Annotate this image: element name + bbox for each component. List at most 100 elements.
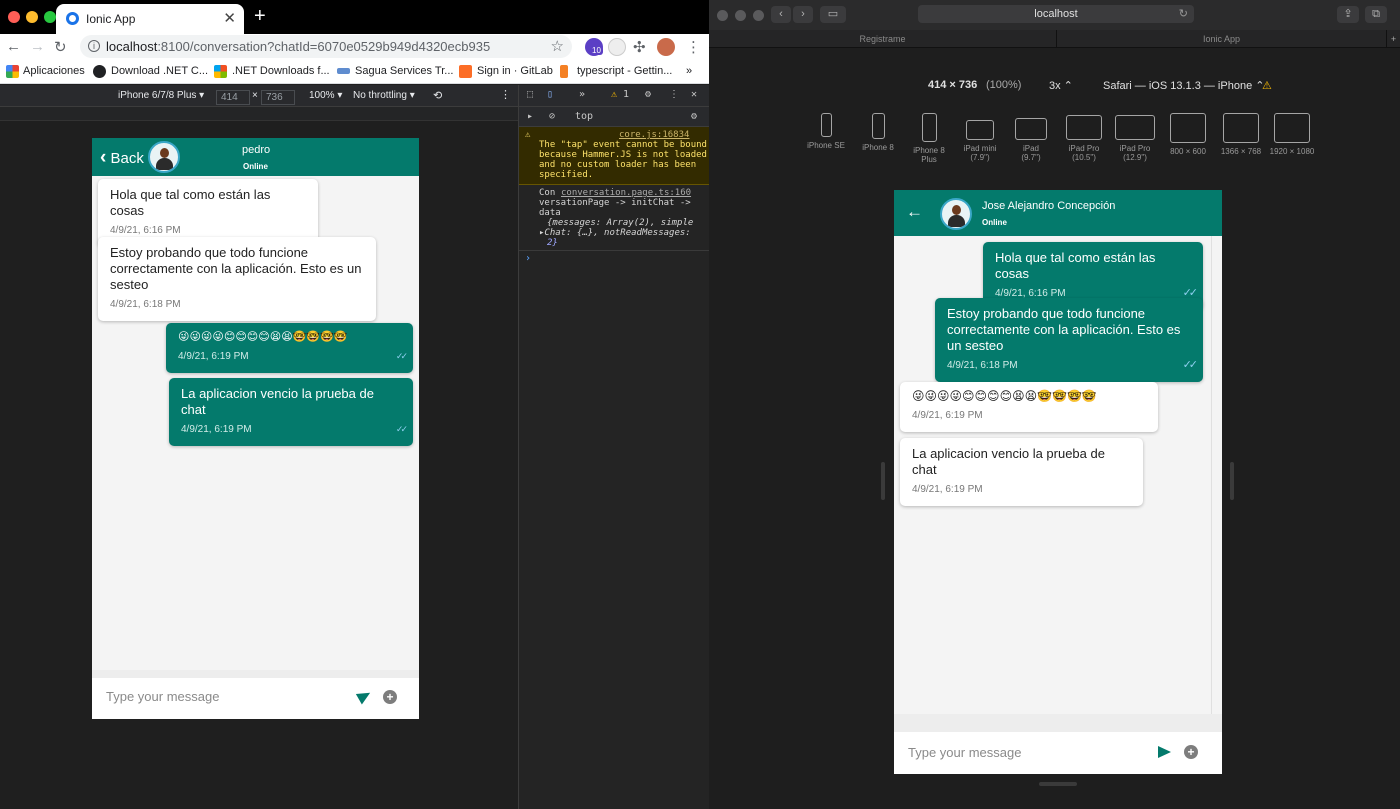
chrome-menu-icon[interactable]: ⋮ — [686, 38, 701, 56]
safari-toolbar: ‹ › ▭ localhost ↻ ⇪ ⧉ — [709, 0, 1400, 30]
back-arrow-icon[interactable]: ‹ — [771, 6, 791, 23]
close-window-button[interactable] — [717, 10, 728, 21]
back-button[interactable]: ‹ Back — [100, 147, 144, 169]
bookmark-dotnet-core[interactable]: Download .NET C... — [111, 65, 208, 77]
devtools-menu-icon[interactable]: ⋮ — [669, 89, 679, 100]
forward-arrow-icon[interactable]: → — [30, 38, 45, 55]
user-agent-select[interactable]: Safari — iOS 13.1.3 — iPhone ⌃ — [1103, 79, 1264, 92]
bookmark-typescript[interactable]: typescript - Gettin... — [577, 65, 672, 77]
bookmark-dotnet-downloads[interactable]: .NET Downloads f... — [232, 65, 330, 77]
bookmarks-overflow[interactable]: » — [686, 65, 692, 77]
device-ipad-mini[interactable]: iPad mini (7.9") — [958, 120, 1002, 162]
back-arrow-icon[interactable]: ← — [6, 38, 21, 55]
share-icon[interactable]: ⇪ — [1337, 6, 1359, 23]
contact-avatar[interactable] — [148, 141, 180, 173]
device-800x600[interactable]: 800 × 600 — [1161, 113, 1215, 156]
extension-clock-icon[interactable] — [608, 38, 626, 56]
message-sent[interactable]: La aplicacion vencio la prueba de chat 4… — [169, 378, 413, 446]
device-ipad-pro-105[interactable]: iPad Pro (10.5") — [1062, 115, 1106, 162]
chat-scrollbar[interactable] — [1211, 236, 1212, 714]
add-attachment-icon[interactable]: + — [383, 690, 397, 704]
context-select[interactable]: top — [575, 111, 593, 122]
throttling-select[interactable]: No throttling ▾ — [353, 90, 415, 101]
reload-icon[interactable]: ↻ — [1179, 5, 1188, 23]
back-label: Back — [110, 150, 144, 167]
console-settings-icon[interactable]: ⚙ — [691, 111, 697, 122]
device-1920x1080[interactable]: 1920 × 1080 — [1263, 113, 1321, 156]
message-sent[interactable]: Estoy probando que todo funcione correct… — [935, 298, 1203, 382]
sidebar-icon[interactable]: ▭ — [820, 6, 846, 23]
device-select[interactable]: iPhone 6/7/8 Plus ▾ — [118, 90, 204, 101]
resize-handle-right[interactable] — [1230, 462, 1234, 500]
close-window-button[interactable] — [8, 11, 20, 23]
message-received[interactable]: La aplicacion vencio la prueba de chat 4… — [900, 438, 1143, 506]
rotate-icon[interactable]: ⟲ — [433, 89, 442, 102]
close-devtools-icon[interactable]: ✕ — [691, 89, 697, 100]
chrome-tab-strip: Ionic App ✕ + — [0, 0, 709, 34]
bookmark-gitlab[interactable]: Sign in · GitLab — [477, 65, 553, 77]
safari-address-bar[interactable]: localhost ↻ — [918, 5, 1194, 23]
more-tabs-button[interactable]: » — [579, 89, 585, 100]
message-time: 4/9/21, 6:18 PM — [110, 299, 181, 310]
clear-console-icon[interactable]: ⊘ — [549, 111, 555, 122]
contact-name: Jose Alejandro Concepción — [982, 200, 1116, 212]
contact-avatar[interactable] — [940, 198, 972, 230]
send-icon[interactable] — [1158, 746, 1171, 758]
device-ipad-pro-129[interactable]: iPad Pro (12.9") — [1113, 115, 1157, 162]
console-prompt[interactable]: › — [525, 253, 531, 264]
bookmark-sagua[interactable]: Sagua Services Tr... — [355, 65, 453, 77]
forward-arrow-icon[interactable]: › — [793, 6, 813, 23]
new-tab-button[interactable]: + — [254, 5, 266, 28]
devtools-settings-icon[interactable]: ⚙ — [645, 89, 651, 100]
device-iphone-se[interactable]: iPhone SE — [804, 113, 848, 150]
message-sent[interactable]: 😜😜😜😜😊😊😊😊😫😫🤓🤓🤓🤓 4/9/21, 6:19 PM ✓✓ — [166, 323, 413, 373]
pixel-ratio-select[interactable]: 3x ⌃ — [1049, 79, 1073, 92]
message-input[interactable]: Type your message — [908, 745, 1021, 760]
zoom-window-button[interactable] — [753, 10, 764, 21]
warning-icon[interactable]: ⚠ — [611, 89, 617, 100]
chrome-tab-ionic-app[interactable]: Ionic App ✕ — [56, 4, 244, 34]
resize-handle-left[interactable] — [881, 462, 885, 500]
minimize-window-button[interactable] — [735, 10, 746, 21]
bookmark-star-icon[interactable]: ☆ — [551, 37, 564, 55]
extensions-puzzle-icon[interactable]: ✣ — [633, 38, 646, 56]
viewport-height-input[interactable]: 736 — [261, 90, 295, 105]
add-attachment-icon[interactable]: + — [1184, 745, 1198, 759]
new-tab-button[interactable]: + — [1387, 30, 1400, 48]
arrow-left-icon[interactable]: ← — [906, 202, 923, 222]
tabs-overview-icon[interactable]: ⧉ — [1365, 6, 1387, 23]
send-icon[interactable] — [355, 687, 374, 705]
inspect-element-icon[interactable]: ⬚ — [527, 89, 533, 100]
tab-registrame[interactable]: Registrame — [709, 30, 1057, 48]
message-received[interactable]: Estoy probando que todo funcione correct… — [98, 237, 376, 321]
device-ipad[interactable]: iPad (9.7") — [1009, 118, 1053, 162]
message-input[interactable]: Type your message — [106, 689, 219, 704]
profile-avatar[interactable] — [657, 38, 675, 56]
device-label: iPhone 8 Plus — [913, 146, 945, 164]
resize-handle-bottom[interactable] — [1039, 782, 1077, 786]
log-line[interactable]: {messages: Array(2), simple — [547, 218, 693, 228]
bookmark-apps[interactable]: Aplicaciones — [23, 65, 85, 77]
close-tab-icon[interactable]: ✕ — [223, 9, 236, 27]
log-source-link[interactable]: conversation.page.ts:160 — [561, 188, 691, 198]
site-info-icon[interactable]: i — [88, 40, 100, 52]
device-1366x768[interactable]: 1366 × 768 — [1213, 113, 1269, 156]
console-sidebar-icon[interactable]: ▸ — [527, 111, 533, 122]
console-log: Con conversation.page.ts:160 versationPa… — [519, 185, 709, 251]
log-line[interactable]: ▸Chat: {…}, notReadMessages: — [539, 228, 691, 238]
warning-source-link[interactable]: core.js:16834 — [619, 130, 689, 140]
device-toolbar-menu-icon[interactable]: ⋮ — [500, 88, 511, 101]
reload-icon[interactable]: ↻ — [54, 38, 67, 56]
message-received[interactable]: 😜😜😜😜😊😊😊😊😫😫🤓🤓🤓🤓 4/9/21, 6:19 PM — [900, 382, 1158, 432]
device-iphone-8-plus[interactable]: iPhone 8 Plus — [907, 113, 951, 164]
zoom-select[interactable]: 100% ▾ — [309, 90, 342, 101]
device-iphone-8[interactable]: iPhone 8 — [856, 113, 900, 152]
zoom-window-button[interactable] — [44, 11, 56, 23]
viewport-width-input[interactable]: 414 — [216, 90, 250, 105]
address-bar[interactable]: i localhost:8100/conversation?chatId=607… — [80, 35, 572, 58]
minimize-window-button[interactable] — [26, 11, 38, 23]
device-mode-icon[interactable]: ▯ — [547, 89, 553, 100]
tab-ionic-app[interactable]: Ionic App — [1057, 30, 1387, 48]
safari-address: localhost — [1034, 8, 1078, 20]
device-label: iPhone 8 — [862, 143, 894, 152]
